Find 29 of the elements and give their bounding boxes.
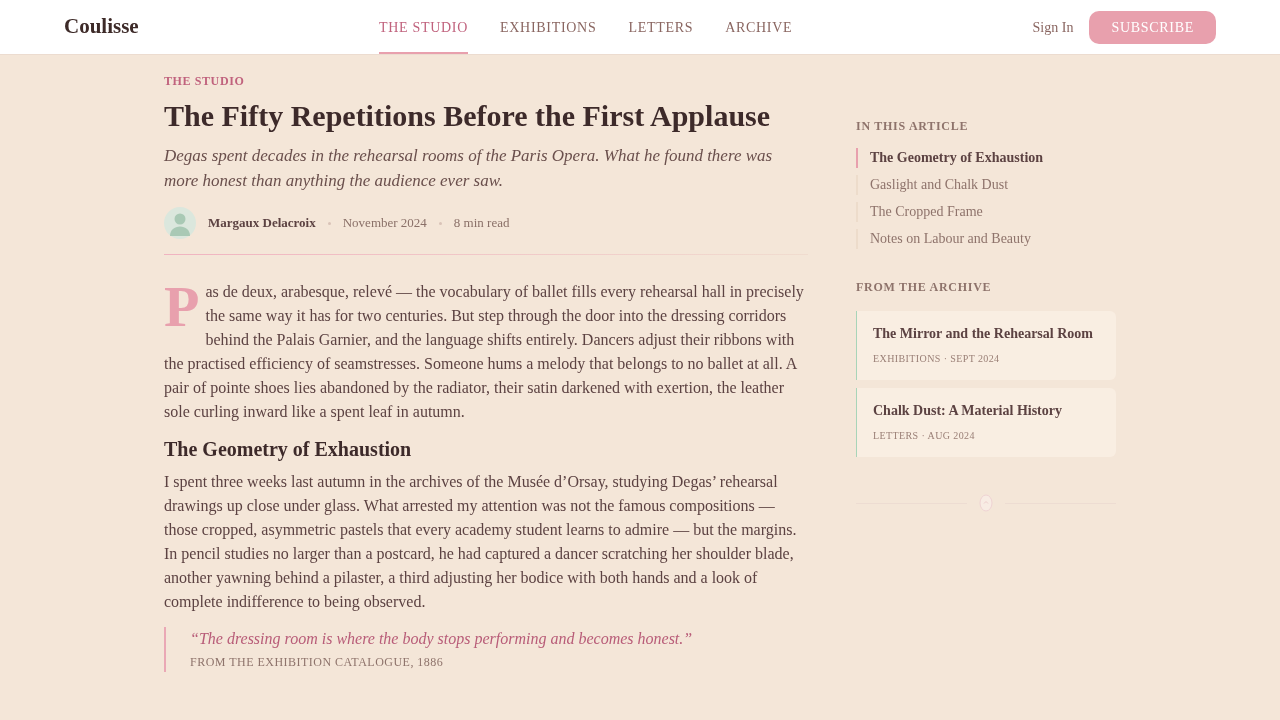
- sidebar-heading: FROM THE ARCHIVE: [856, 279, 993, 295]
- toc-link[interactable]: The Cropped Frame: [856, 202, 1116, 222]
- sidebar-heading: IN THIS ARTICLE: [856, 118, 970, 134]
- toc-link[interactable]: Gaslight and Chalk Dust: [856, 175, 1116, 195]
- article-standfirst: Degas spent decades in the rehearsal rooms of the Paris Opera. What he found there was more honest than anything the audience ever saw.: [164, 145, 774, 192]
- author-name: Margaux Delacroix: [208, 214, 316, 233]
- card-meta: LETTERS · AUG 2024: [873, 429, 976, 443]
- toc-link[interactable]: The Geometry of Exhaustion: [856, 148, 1116, 168]
- quote-source: FROM THE EXHIBITION CATALOGUE, 1886: [190, 654, 445, 671]
- nav-tab[interactable]: THE STUDIO: [378, 0, 468, 54]
- paragraph-text: I spent three weeks last autumn in the archives of the Musée d’Orsay, studying Degas’ rehearsal drawings up close under glass. What arrested my attention was not the famous compositions — those cropped, asymmetric pastels that every academy student learns to admire — but the margins. In pencil studies no larger than a postcard, he had captured a dancer scratching her shoulder blade, another yawning behind a pilaster, a third adjusting her bodice with both hands and a look of complete indifference to being observed.: [164, 472, 798, 613]
- nav-tab[interactable]: EXHIBITIONS: [500, 0, 597, 54]
- publish-date: November 2024: [342, 214, 427, 233]
- quote-text: “The dressing room is where the body stops performing and becomes honest.”: [190, 629, 694, 650]
- card-title: The Mirror and the Rehearsal Room: [873, 325, 1094, 343]
- read-time: 8 min read: [453, 214, 510, 233]
- site-logo[interactable]: Coulisse: [64, 11, 139, 43]
- section-heading: The Geometry of Exhaustion: [164, 437, 413, 463]
- section-kicker: THE STUDIO: [164, 73, 246, 89]
- toc-link[interactable]: Notes on Labour and Beauty: [856, 229, 1116, 249]
- card-meta: EXHIBITIONS · SEPT 2024: [873, 352, 1001, 366]
- nav-tab[interactable]: LETTERS: [628, 0, 694, 54]
- avatar-icon: [164, 207, 196, 239]
- sign-in-link[interactable]: Sign In: [1032, 16, 1074, 38]
- nav-tab[interactable]: ARCHIVE: [725, 0, 793, 54]
- article-title: The Fifty Repetitions Before the First Applause: [164, 98, 772, 134]
- archive-card[interactable]: The Mirror and the Rehearsal Room EXHIBITIONS · SEPT 2024: [856, 311, 1116, 380]
- card-title: Chalk Dust: A Material History: [873, 402, 1063, 420]
- archive-card[interactable]: Chalk Dust: A Material History LETTERS · AUG 2024: [856, 388, 1116, 457]
